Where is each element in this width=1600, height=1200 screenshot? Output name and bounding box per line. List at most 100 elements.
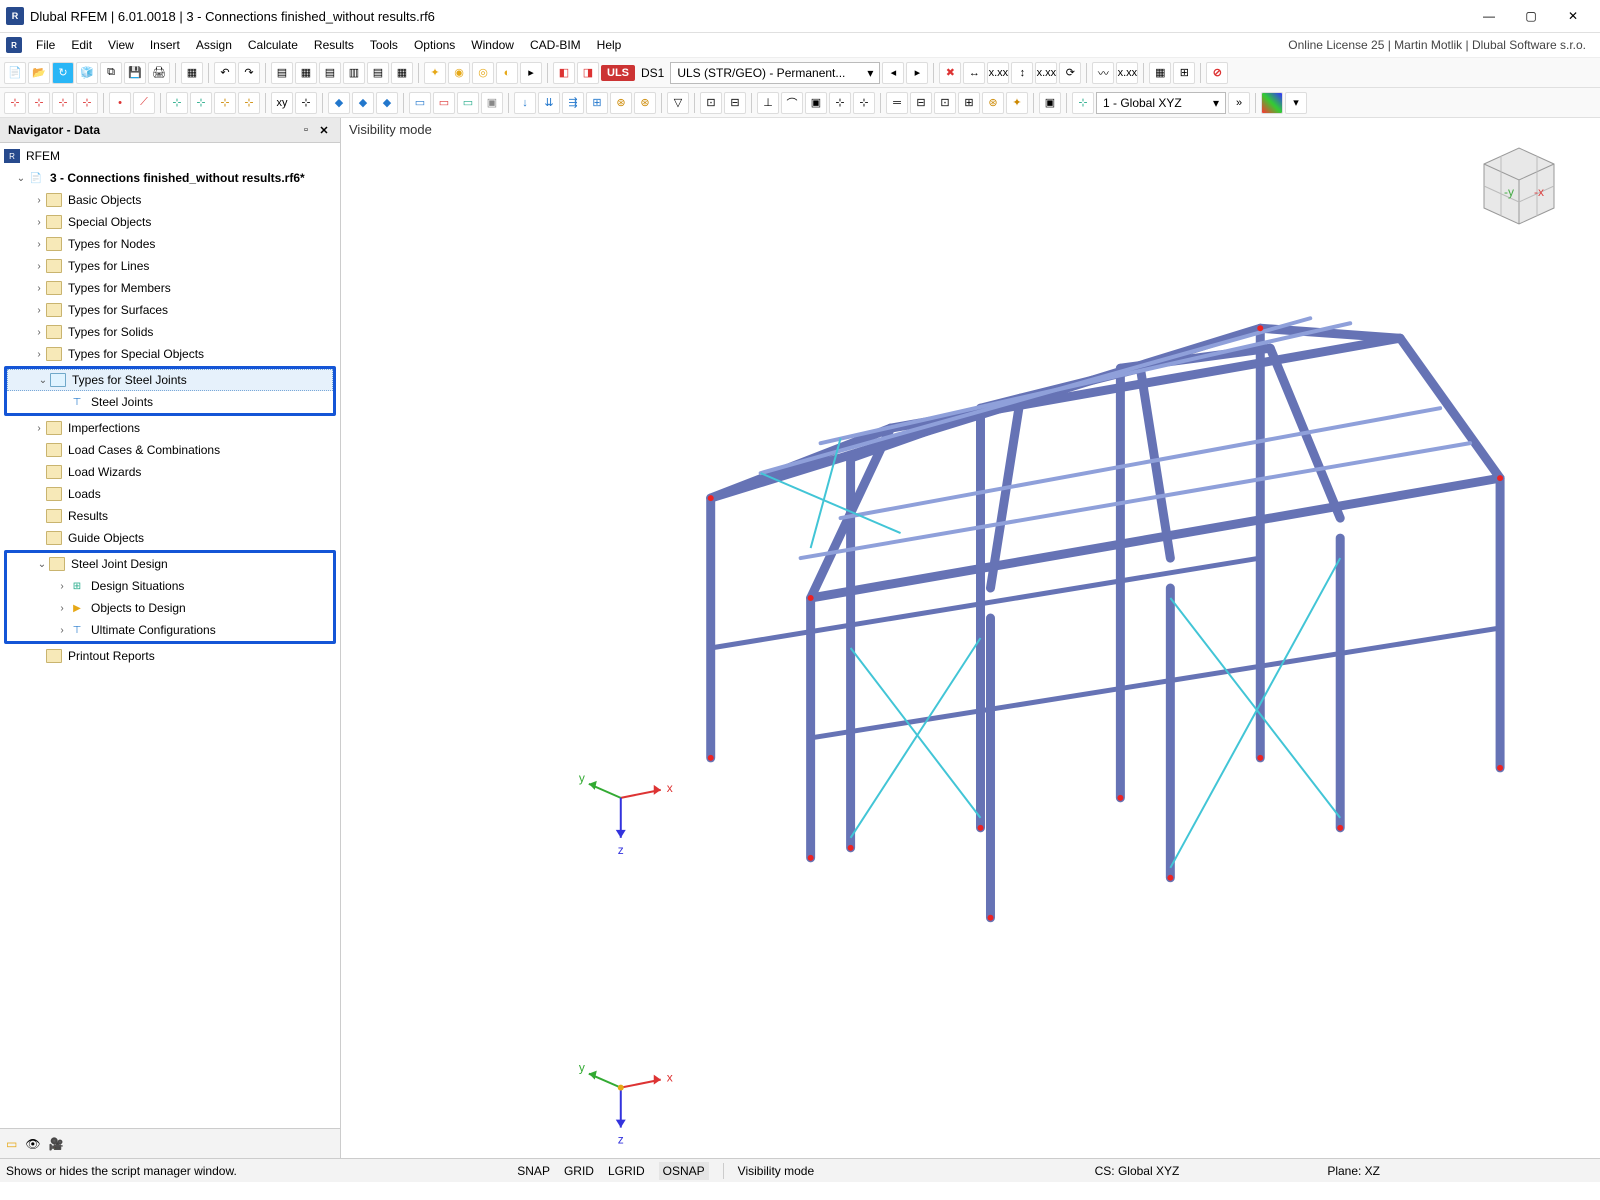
- filter-x-button[interactable]: ✖: [939, 62, 961, 84]
- tree-item-printout[interactable]: Printout Reports: [0, 645, 340, 667]
- save-button[interactable]: 💾: [124, 62, 146, 84]
- redo-button[interactable]: ↷: [238, 62, 260, 84]
- load-3-button[interactable]: ⇶: [562, 92, 584, 114]
- dim-1-button[interactable]: ↔: [963, 62, 985, 84]
- chevron-right-icon[interactable]: ›: [32, 305, 46, 316]
- status-osnap[interactable]: OSNAP: [659, 1162, 709, 1180]
- dd-button[interactable]: ▾: [1285, 92, 1307, 114]
- menu-cadbim[interactable]: CAD-BIM: [522, 34, 589, 56]
- render-2-button[interactable]: ⊞: [1173, 62, 1195, 84]
- new-button[interactable]: 📄: [4, 62, 26, 84]
- tree-item[interactable]: ›Types for Nodes: [0, 233, 340, 255]
- tree-item-objects-to-design[interactable]: ›▶Objects to Design: [7, 597, 333, 619]
- menu-calculate[interactable]: Calculate: [240, 34, 306, 56]
- load-1-button[interactable]: ↓: [514, 92, 536, 114]
- print-button[interactable]: 🖨: [148, 62, 170, 84]
- navigator-close-button[interactable]: ✕: [316, 122, 332, 138]
- tree-item[interactable]: ›Special Objects: [0, 211, 340, 233]
- view-iso-button[interactable]: ▣: [1039, 92, 1061, 114]
- snap-2-button[interactable]: ◆: [352, 92, 374, 114]
- table-6-button[interactable]: ▦: [391, 62, 413, 84]
- calc-5-button[interactable]: ▸: [520, 62, 542, 84]
- tree-item[interactable]: ›Imperfections: [0, 417, 340, 439]
- navigation-cube[interactable]: -y -x: [1464, 134, 1574, 230]
- chevron-right-icon[interactable]: ›: [55, 603, 69, 614]
- global-cs-select[interactable]: 1 - Global XYZ▾: [1096, 92, 1226, 114]
- mem-3-button[interactable]: ⊹: [214, 92, 236, 114]
- status-lgrid[interactable]: LGRID: [608, 1164, 645, 1178]
- menu-options[interactable]: Options: [406, 34, 463, 56]
- dim-4-button[interactable]: x.xx: [1035, 62, 1057, 84]
- chevron-right-icon[interactable]: ›: [32, 217, 46, 228]
- cs-button[interactable]: ⊹: [1072, 92, 1094, 114]
- tree-item[interactable]: ›Types for Lines: [0, 255, 340, 277]
- view-3-button[interactable]: ⊡: [934, 92, 956, 114]
- surf-2-button[interactable]: ▭: [433, 92, 455, 114]
- tree-item[interactable]: Loads: [0, 483, 340, 505]
- calc-2-button[interactable]: ◉: [448, 62, 470, 84]
- chevron-right-icon[interactable]: ›: [32, 195, 46, 206]
- load-5-button[interactable]: ⊛: [610, 92, 632, 114]
- chevron-right-icon[interactable]: ›: [32, 261, 46, 272]
- dim-3-button[interactable]: ↕: [1011, 62, 1033, 84]
- cs-next-button[interactable]: »: [1228, 92, 1250, 114]
- prev-lc-button[interactable]: ◂: [882, 62, 904, 84]
- render-1-button[interactable]: ▦: [1149, 62, 1171, 84]
- next-lc-button[interactable]: ▸: [906, 62, 928, 84]
- view-5-button[interactable]: ⊛: [982, 92, 1004, 114]
- menu-view[interactable]: View: [100, 34, 142, 56]
- dim-2-button[interactable]: x.xx: [987, 62, 1009, 84]
- menu-window[interactable]: Window: [463, 34, 522, 56]
- status-grid[interactable]: GRID: [564, 1164, 594, 1178]
- tree-item-types-steel-joints[interactable]: ⌄Types for Steel Joints: [7, 369, 333, 391]
- table-5-button[interactable]: ▤: [367, 62, 389, 84]
- chevron-down-icon[interactable]: ⌄: [36, 375, 50, 386]
- tree-item[interactable]: ›Basic Objects: [0, 189, 340, 211]
- sel-2-button[interactable]: ⊹: [28, 92, 50, 114]
- load-4-button[interactable]: ⊞: [586, 92, 608, 114]
- dim-6-button[interactable]: x.xx: [1116, 62, 1138, 84]
- view-4-button[interactable]: ⊞: [958, 92, 980, 114]
- calc-3-button[interactable]: ◎: [472, 62, 494, 84]
- undo-button[interactable]: ↶: [214, 62, 236, 84]
- color-button[interactable]: [1261, 92, 1283, 114]
- tree-item[interactable]: Results: [0, 505, 340, 527]
- view-6-button[interactable]: ✦: [1006, 92, 1028, 114]
- tree-item[interactable]: Load Wizards: [0, 461, 340, 483]
- sup-2-button[interactable]: ⌒: [781, 92, 803, 114]
- tree-item[interactable]: ›Types for Surfaces: [0, 299, 340, 321]
- mem-4-button[interactable]: ⊹: [238, 92, 260, 114]
- navigator-float-button[interactable]: ▫: [298, 122, 314, 138]
- model-button[interactable]: 🧊: [76, 62, 98, 84]
- chevron-down-icon[interactable]: ⌄: [14, 173, 28, 184]
- tree-item[interactable]: Load Cases & Combinations: [0, 439, 340, 461]
- chevron-right-icon[interactable]: ›: [32, 239, 46, 250]
- menu-help[interactable]: Help: [589, 34, 630, 56]
- navigator-tree[interactable]: R RFEM ⌄ 📄 3 - Connections finished_with…: [0, 143, 340, 1128]
- cancel-button[interactable]: ⊘: [1206, 62, 1228, 84]
- node-1-button[interactable]: •: [109, 92, 131, 114]
- chevron-right-icon[interactable]: ›: [32, 349, 46, 360]
- tree-item[interactable]: ›Types for Solids: [0, 321, 340, 343]
- sel-4-button[interactable]: ⊹: [76, 92, 98, 114]
- tree-item-design-situations[interactable]: ›⊞Design Situations: [7, 575, 333, 597]
- menu-insert[interactable]: Insert: [142, 34, 188, 56]
- calc-1-button[interactable]: ✦: [424, 62, 446, 84]
- mem-1-button[interactable]: ⊹: [166, 92, 188, 114]
- chevron-down-icon[interactable]: ⌄: [35, 559, 49, 570]
- table-4-button[interactable]: ▥: [343, 62, 365, 84]
- load-6-button[interactable]: ⊛: [634, 92, 656, 114]
- lc-2-button[interactable]: ◨: [577, 62, 599, 84]
- move-obj-button[interactable]: ⊟: [724, 92, 746, 114]
- refresh-button[interactable]: ↻: [52, 62, 74, 84]
- mem-2-button[interactable]: ⊹: [190, 92, 212, 114]
- nav-tab-view-icon[interactable]: 👁: [25, 1137, 40, 1151]
- sup-4-button[interactable]: ⊹: [829, 92, 851, 114]
- nav-tab-data-icon[interactable]: ▭: [6, 1137, 17, 1151]
- axis-button[interactable]: ⊹: [295, 92, 317, 114]
- tree-file[interactable]: ⌄ 📄 3 - Connections finished_without res…: [0, 167, 340, 189]
- snap-1-button[interactable]: ◆: [328, 92, 350, 114]
- menu-tools[interactable]: Tools: [362, 34, 406, 56]
- menu-edit[interactable]: Edit: [63, 34, 100, 56]
- status-snap[interactable]: SNAP: [517, 1164, 550, 1178]
